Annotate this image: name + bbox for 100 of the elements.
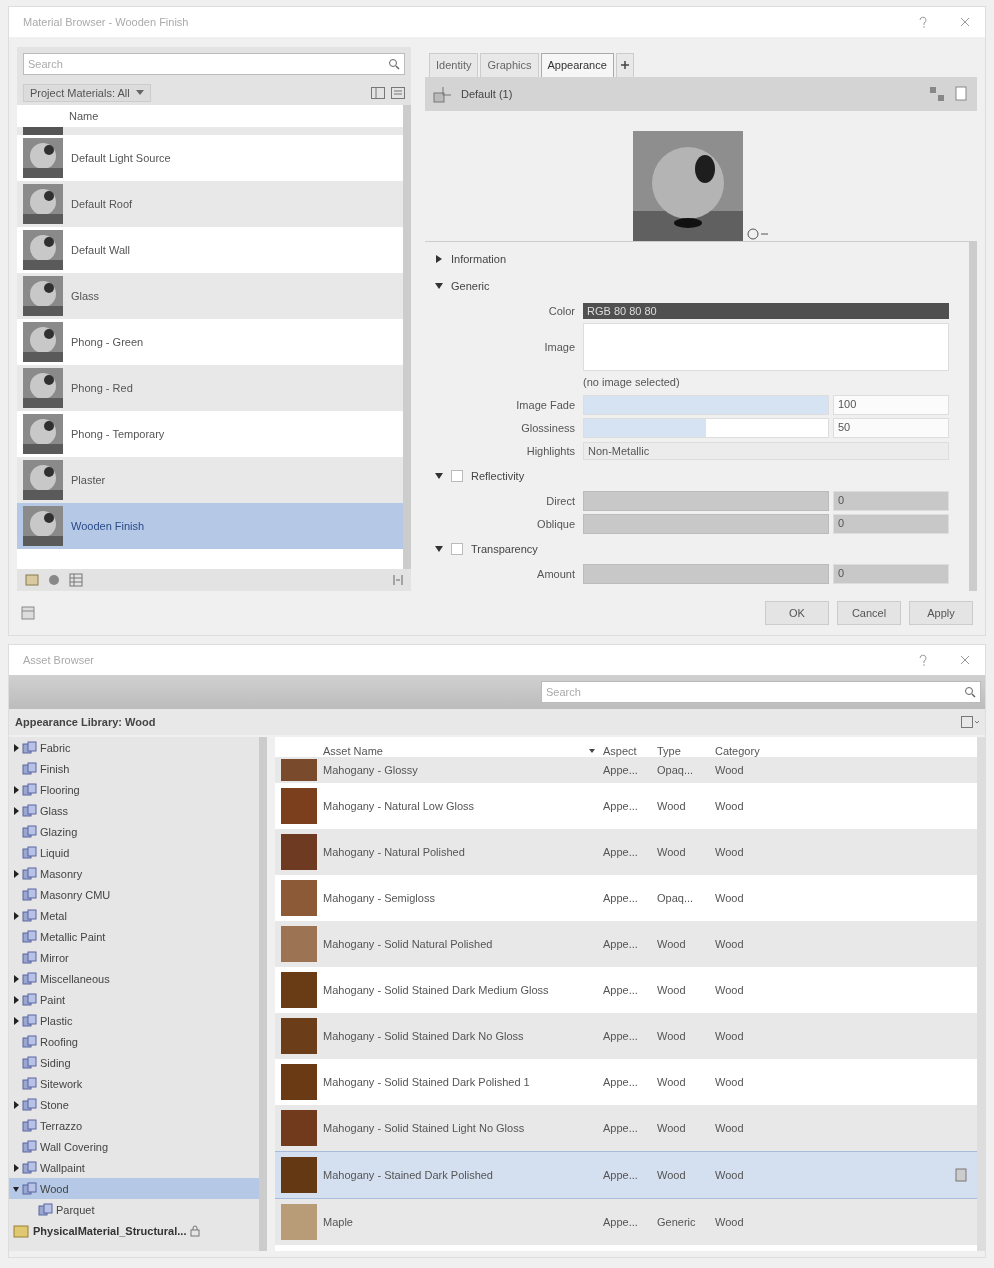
view-options-icon[interactable] [961,716,979,728]
dialog-button[interactable]: Cancel [837,601,901,625]
material-item[interactable]: Default Wall [17,226,403,273]
tree-item[interactable]: Metal [9,905,259,926]
edit-icon[interactable] [955,1168,967,1182]
tree-item[interactable]: Plastic [9,1010,259,1031]
tree-item[interactable]: Liquid [9,842,259,863]
asset-row[interactable]: Mahogany - Solid Stained Dark Medium Gloss Appe... Wood Wood [275,967,977,1013]
expand-arrow-icon[interactable] [13,785,19,794]
panel-toggle-icon[interactable] [371,86,385,99]
search-field[interactable]: Search [23,52,405,75]
asset-row[interactable]: Mahogany - Semigloss Appe... Opaq... Wood [275,875,977,921]
tree-item[interactable]: Flooring [9,779,259,800]
replace-asset-icon[interactable] [929,85,945,102]
tree-item[interactable]: Paint [9,989,259,1010]
tree-item[interactable]: Metallic Paint [9,926,259,947]
close-icon[interactable] [959,654,971,666]
column-header[interactable]: Category [715,745,785,757]
expand-arrow-icon[interactable] [435,255,443,264]
expand-arrow-icon[interactable] [13,974,19,983]
column-header[interactable]: Name [17,104,403,127]
tree-item[interactable]: Wall Covering [9,1136,259,1157]
tree-item[interactable]: Sitework [9,1073,259,1094]
asset-row[interactable]: Mahogany - Solid Natural Polished Appe... Wood Wood [275,921,977,967]
collapse-icon[interactable] [393,574,403,587]
add-tab-button[interactable] [615,52,634,77]
list-view-icon[interactable] [391,86,405,99]
help-icon[interactable] [917,15,929,28]
asset-row[interactable]: Mahogany - Solid Stained Dark No Gloss Appe... Wood Wood [275,1013,977,1059]
expand-arrow-icon[interactable] [13,911,19,920]
expand-arrow-icon[interactable] [13,1100,19,1109]
expand-arrow-icon[interactable] [13,1163,19,1172]
material-item[interactable]: Glass [17,272,403,319]
tree-item[interactable]: Mirror [9,947,259,968]
material-item[interactable]: Phong - Temporary [17,410,403,457]
expand-arrow-icon[interactable] [13,806,19,815]
material-item[interactable]: Phong - Red [17,364,403,411]
new-material-icon[interactable] [25,573,39,588]
collapse-arrow-icon[interactable] [435,282,443,291]
material-item[interactable]: Phong - Green [17,318,403,365]
tree-item[interactable]: Fabric [9,737,259,758]
asset-row[interactable]: Mahogany - Natural Low Gloss Appe... Wood Wood [275,783,977,829]
tree-item[interactable]: Glass [9,800,259,821]
column-header[interactable]: Aspect [603,745,657,757]
column-header[interactable]: Asset Name [323,745,603,757]
number-field[interactable]: 100 [833,395,949,416]
collapse-arrow-icon[interactable] [13,1184,19,1193]
highlights-dropdown[interactable]: Non-Metallic [583,442,949,461]
expand-arrow-icon[interactable] [13,743,19,752]
filter-dropdown[interactable]: Project Materials: All [23,83,151,102]
asset-row[interactable]: Mahogany - Stained Dark Polished Appe... Wood Wood [275,1151,977,1199]
tree-item[interactable]: Glazing [9,821,259,842]
tree-item[interactable]: Masonry CMU [9,884,259,905]
asset-row[interactable]: Maple Appe... Generic Wood [275,1199,977,1245]
tab[interactable]: Graphics [480,52,539,77]
section-title[interactable]: Information [451,253,507,266]
material-item[interactable]: Default Light Source [17,134,403,181]
checkbox[interactable] [451,543,463,556]
collapse-arrow-icon[interactable] [435,545,443,554]
color-swatch[interactable]: RGB 80 80 80 [583,303,949,320]
asset-row[interactable]: Mahogany - Solid Stained Light No Gloss Appe... Wood Wood [275,1105,977,1151]
duplicate-icon[interactable] [953,85,969,102]
dialog-button[interactable]: OK [765,601,829,625]
tree-item[interactable]: Masonry [9,863,259,884]
tab[interactable]: Appearance [540,52,614,77]
tree-item[interactable]: Roofing [9,1031,259,1052]
library-item[interactable]: PhysicalMaterial_Structural... [9,1220,259,1241]
tree-item[interactable]: Miscellaneous [9,968,259,989]
collapse-arrow-icon[interactable] [435,472,443,481]
column-header[interactable]: Type [657,745,715,757]
material-item[interactable]: Default Roof [17,180,403,227]
tree-item[interactable]: Stone [9,1094,259,1115]
close-icon[interactable] [959,15,971,28]
expand-arrow-icon[interactable] [13,1016,19,1025]
asset-row[interactable]: Mahogany - Solid Stained Dark Polished 1 Appe... Wood Wood [275,1059,977,1105]
tree-item[interactable]: Finish [9,758,259,779]
section-title[interactable]: Reflectivity [471,470,525,483]
render-options-icon[interactable] [747,226,769,241]
slider[interactable] [583,395,829,416]
material-item[interactable]: Wooden Finish [17,502,403,549]
expand-arrow-icon[interactable] [13,869,19,878]
dialog-button[interactable]: Apply [909,601,973,625]
section-title[interactable]: Generic [451,280,490,293]
checkbox[interactable] [451,470,463,483]
tree-item[interactable]: Siding [9,1052,259,1073]
section-title[interactable]: Transparency [471,543,538,556]
number-field[interactable]: 50 [833,418,949,439]
tree-item[interactable]: Parquet [9,1199,259,1220]
material-item[interactable]: Plaster [17,456,403,503]
search-field[interactable]: Search [541,681,981,703]
tree-item[interactable]: Terrazzo [9,1115,259,1136]
asset-row[interactable]: Mahogany - Natural Polished Appe... Wood Wood [275,829,977,875]
help-icon[interactable] [917,654,929,666]
expand-arrow-icon[interactable] [13,995,19,1004]
grid-icon[interactable] [69,573,83,588]
browser-icon[interactable] [21,606,35,620]
asset-row[interactable]: Mahogany - Glossy Appe... Opaq... Wood [275,757,977,783]
tab[interactable]: Identity [429,52,479,77]
tree-item[interactable]: Wallpaint [9,1157,259,1178]
tree-item[interactable]: Wood [9,1178,259,1199]
